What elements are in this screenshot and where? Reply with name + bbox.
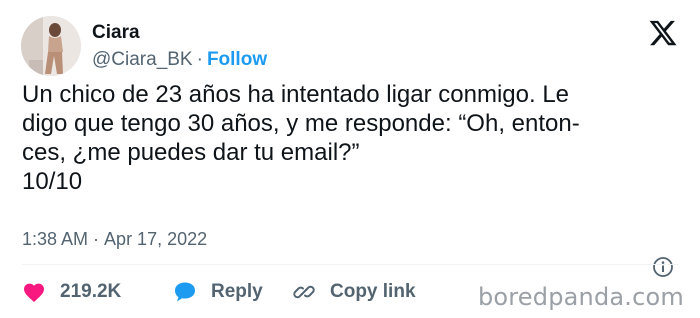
author-handle-line: @Ciara_BK · Follow — [92, 48, 267, 72]
reply-label: Reply — [211, 281, 263, 302]
timestamp-separator: · — [93, 229, 100, 249]
reply-bubble-icon — [175, 282, 195, 302]
tweet-time: 1:38 AM — [22, 229, 89, 249]
info-icon[interactable] — [652, 256, 674, 278]
follow-button[interactable]: Follow — [207, 49, 267, 70]
handle-separator: · — [196, 49, 203, 70]
tweet-date: Apr 17, 2022 — [104, 229, 208, 249]
reply-button[interactable]: Reply — [172, 280, 292, 304]
heart-icon — [24, 283, 44, 302]
avatar[interactable] — [21, 16, 81, 76]
author-name[interactable]: Ciara — [92, 21, 140, 45]
tweet-text: Un chico de 23 años ha intentado ligar c… — [22, 81, 580, 195]
watermark: boredpanda.com — [477, 283, 684, 311]
copy-link-button[interactable]: Copy link — [292, 280, 416, 304]
profile-photo — [21, 16, 81, 76]
divider — [22, 264, 678, 265]
copy-link-label: Copy link — [330, 281, 416, 302]
x-logo-icon[interactable] — [648, 18, 678, 48]
author-handle[interactable]: @Ciara_BK — [92, 49, 193, 70]
action-bar: 219.2K Reply Copy link — [22, 279, 416, 305]
likes-count: 219.2K — [60, 281, 122, 302]
link-icon — [293, 285, 315, 299]
tweet-timestamp[interactable]: 1:38 AM · Apr 17, 2022 — [22, 228, 207, 250]
like-button[interactable]: 219.2K — [22, 281, 172, 303]
